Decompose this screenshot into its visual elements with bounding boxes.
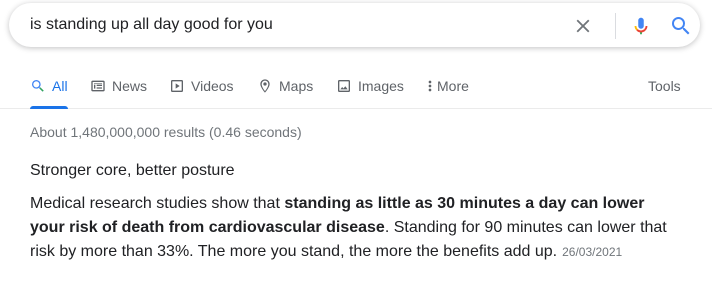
search-icon: [672, 17, 690, 35]
voice-search-button[interactable]: [630, 14, 652, 38]
search-input[interactable]: [30, 3, 550, 47]
tab-label: Images: [358, 78, 404, 94]
more-vert-icon: [428, 80, 432, 92]
image-icon: [338, 80, 350, 92]
news-icon: [91, 80, 105, 92]
featured-snippet-text: Medical research studies show that stand…: [30, 192, 680, 264]
tools-label: Tools: [648, 78, 681, 94]
tab-videos[interactable]: Videos: [169, 77, 234, 109]
clear-button[interactable]: [572, 15, 594, 37]
search-icon: [32, 80, 44, 92]
tab-label: Maps: [279, 78, 314, 94]
map-pin-icon: [260, 79, 270, 93]
snippet-text-start: Medical research studies show that: [30, 195, 285, 212]
result-stats: About 1,480,000,000 results (0.46 second…: [30, 124, 302, 140]
video-icon: [171, 80, 183, 92]
tab-maps[interactable]: Maps: [257, 77, 313, 109]
tab-news[interactable]: News: [90, 77, 147, 109]
tab-all[interactable]: All: [30, 77, 68, 109]
tab-label: More: [437, 78, 469, 94]
tab-label: All: [52, 78, 68, 94]
search-results-page: All News Videos Maps Images: [0, 0, 712, 283]
tab-more[interactable]: More: [426, 77, 469, 109]
search-tabs: All News Videos Maps Images More Tools: [0, 66, 712, 109]
tab-label: News: [112, 78, 148, 94]
snippet-date: 26/03/2021: [562, 245, 623, 259]
featured-snippet-heading: Stronger core, better posture: [30, 162, 235, 179]
tab-label: Videos: [191, 78, 234, 94]
tab-images[interactable]: Images: [336, 77, 404, 109]
search-button[interactable]: [669, 14, 693, 38]
microphone-icon: [634, 17, 648, 35]
search-bar: [9, 3, 700, 47]
tools-button[interactable]: Tools: [648, 77, 681, 109]
search-bar-divider: [615, 13, 616, 39]
close-icon: [576, 19, 590, 33]
